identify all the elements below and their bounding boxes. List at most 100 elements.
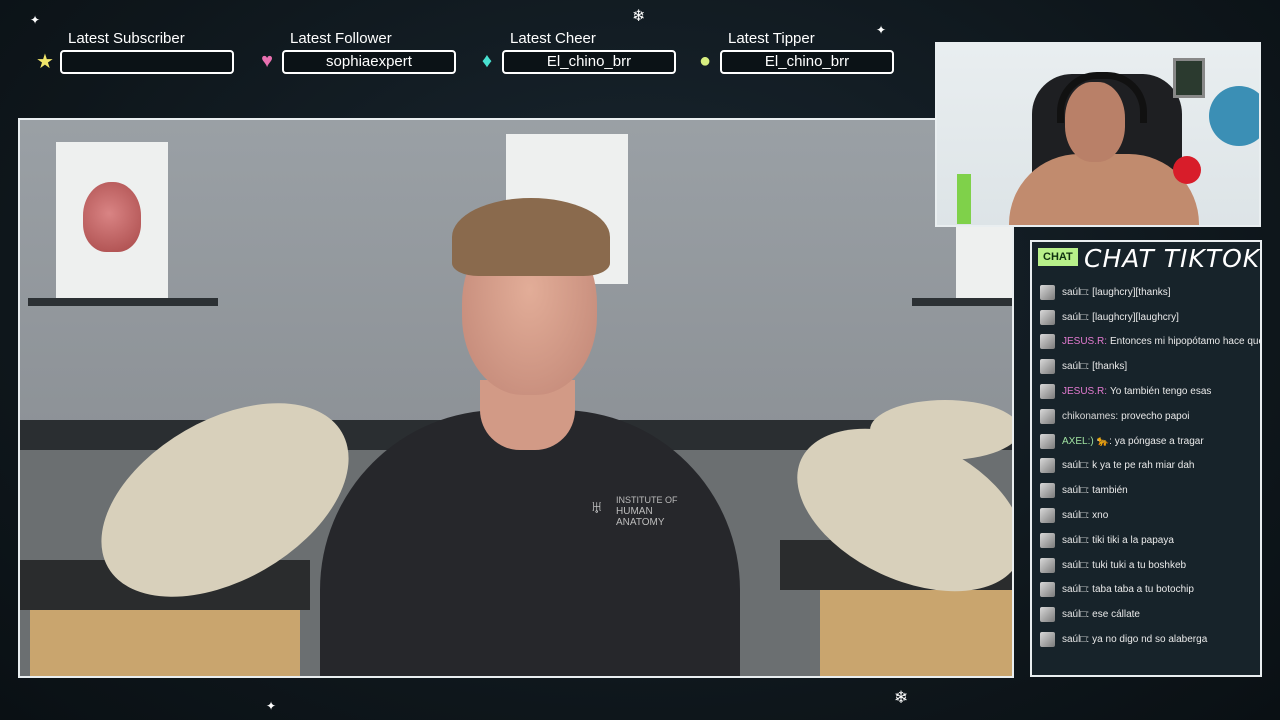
stat-value: El_chino_brr <box>720 50 894 74</box>
stat-label: Latest Tipper <box>728 30 815 47</box>
chat-text: taba taba a tu botochip <box>1092 584 1194 596</box>
shirt-logo: ♅ INSTITUTE OF HUMAN ANATOMY <box>590 495 702 528</box>
chat-text: también <box>1092 485 1128 497</box>
chat-message: JESUS.R: Entonces mi hipopótamo hace que … <box>1040 330 1262 355</box>
red-flower <box>1173 156 1201 184</box>
chat-username: JESUS.R: <box>1062 336 1108 348</box>
chat-username: saúl□: <box>1062 311 1090 323</box>
gem-icon: ♦ <box>481 49 493 72</box>
chat-text: ese cállate <box>1092 609 1140 621</box>
chat-message: saúl□: tiki tiki a la papaya <box>1040 528 1260 553</box>
shirt-logo-text: INSTITUTE OF HUMAN ANATOMY <box>616 495 702 528</box>
chat-username: saúl□: <box>1062 634 1090 646</box>
webcam-bottle <box>957 174 971 224</box>
chat-text: [laughcry][thanks] <box>1092 286 1171 298</box>
chat-username: saúl□: <box>1062 559 1090 571</box>
stat-value: sophiaexpert <box>282 50 456 74</box>
chat-message: saúl□: [thanks] <box>1040 354 1260 379</box>
chat-badge: CHAT <box>1038 248 1078 266</box>
chat-username: JESUS.R: <box>1062 386 1108 398</box>
chat-avatar <box>1040 309 1055 325</box>
sparkle-icon: ❄ <box>632 6 646 25</box>
covered-cadaver <box>870 400 1012 460</box>
chat-message: chikonames: provecho papoi <box>1040 404 1260 429</box>
stat-label: Latest Cheer <box>510 30 596 47</box>
chat-text: tuki tuki a tu boshkeb <box>1092 559 1187 571</box>
chat-avatar <box>1040 284 1055 300</box>
chat-message: saúl□: también <box>1040 478 1260 503</box>
lab-table-leg <box>30 610 300 676</box>
chat-username: saúl□: <box>1062 534 1090 546</box>
heart-icon: ♥ <box>261 49 273 72</box>
chat-panel: CHAT CHAT TIKTOK saúl□: [laughcry][thanks… <box>1030 240 1262 677</box>
wall-shelf <box>28 298 218 306</box>
chat-avatar <box>1040 508 1055 524</box>
sparkle-icon: ✦ <box>30 13 41 27</box>
chat-avatar <box>1040 334 1055 350</box>
stat-value <box>60 50 234 74</box>
chat-username: saúl□: <box>1062 609 1090 621</box>
presenter: ♅ INSTITUTE OF HUMAN ANATOMY <box>320 198 740 676</box>
main-video[interactable]: ♅ INSTITUTE OF HUMAN ANATOMY <box>18 118 1014 678</box>
chat-text: Yo también tengo esas <box>1110 386 1212 398</box>
chat-avatar <box>1040 433 1055 449</box>
wall-poster <box>956 220 1012 300</box>
stat-value: El_chino_brr <box>502 50 676 74</box>
chat-message: AXEL:) 🐆: ya póngase a tragar <box>1040 429 1260 454</box>
shirt-logo-line: HUMAN ANATOMY <box>616 506 665 528</box>
wall-shelf <box>912 298 1012 306</box>
chat-text: Entonces mi hipopótamo hace que m <box>1110 336 1262 348</box>
chat-avatar <box>1040 607 1055 623</box>
wall-picture <box>1173 58 1205 98</box>
chat-avatar <box>1040 632 1055 648</box>
webcam-feed[interactable] <box>935 42 1261 227</box>
presenter-shirt <box>320 410 740 676</box>
chat-avatar <box>1040 384 1055 400</box>
chat-username: saúl□: <box>1062 361 1090 373</box>
chat-username: saúl□: <box>1062 485 1090 497</box>
chat-avatar <box>1040 408 1055 424</box>
chat-avatar <box>1040 557 1055 573</box>
plush-toy <box>1209 86 1259 146</box>
anatomy-poster <box>56 142 168 298</box>
chat-message: saúl□: [laughcry][thanks] <box>1040 280 1260 305</box>
chat-username: saúl□: <box>1062 510 1090 522</box>
chat-text: provecho papoi <box>1121 410 1190 422</box>
lab-table-leg <box>820 590 1012 676</box>
chat-username: saúl□: <box>1062 286 1090 298</box>
chat-avatar <box>1040 458 1055 474</box>
coin-icon: ● <box>698 49 712 72</box>
chat-message: saúl□: ya no digo nd so alaberga <box>1040 627 1260 652</box>
chat-message: JESUS.R: Yo también tengo esas <box>1040 379 1260 404</box>
chat-messages[interactable]: saúl□: [laughcry][thanks] saúl□: [laughcry]… <box>1040 280 1262 652</box>
sparkle-icon: ✦ <box>876 23 887 37</box>
chat-avatar <box>1040 532 1055 548</box>
chat-message: saúl□: tuki tuki a tu boshkeb <box>1040 553 1260 578</box>
star-icon: ★ <box>36 50 54 73</box>
chat-username: saúl□: <box>1062 584 1090 596</box>
chat-avatar <box>1040 582 1055 598</box>
chat-message: saúl□: k ya te pe rah miar dah <box>1040 454 1260 479</box>
sparkle-icon: ❄ <box>894 688 909 708</box>
chat-message: saúl□: taba taba a tu botochip <box>1040 578 1260 603</box>
chat-text: ya no digo nd so alaberga <box>1092 634 1208 646</box>
chat-text: 🐆: ya póngase a tragar <box>1096 435 1204 447</box>
heart-illustration <box>83 182 141 252</box>
stat-label: Latest Follower <box>290 30 392 47</box>
stat-label: Latest Subscriber <box>68 30 185 47</box>
chat-text: k ya te pe rah miar dah <box>1092 460 1195 472</box>
chat-message: saúl□: ese cállate <box>1040 602 1260 627</box>
chat-username: saúl□: <box>1062 460 1090 472</box>
sparkle-icon: ✦ <box>266 699 277 713</box>
chat-username: AXEL:) <box>1062 435 1094 447</box>
chat-message: saúl□: xno <box>1040 503 1260 528</box>
chat-message: saúl□: [laughcry][laughcry] <box>1040 305 1260 330</box>
chat-username: chikonames: <box>1062 410 1119 422</box>
chat-avatar <box>1040 359 1055 375</box>
chat-text: [laughcry][laughcry] <box>1092 311 1179 323</box>
chat-text: [thanks] <box>1092 361 1128 373</box>
chat-title: CHAT TIKTOK <box>1084 244 1261 273</box>
presenter-hair <box>452 198 610 276</box>
chat-text: tiki tiki a la papaya <box>1092 534 1174 546</box>
chat-avatar <box>1040 483 1055 499</box>
